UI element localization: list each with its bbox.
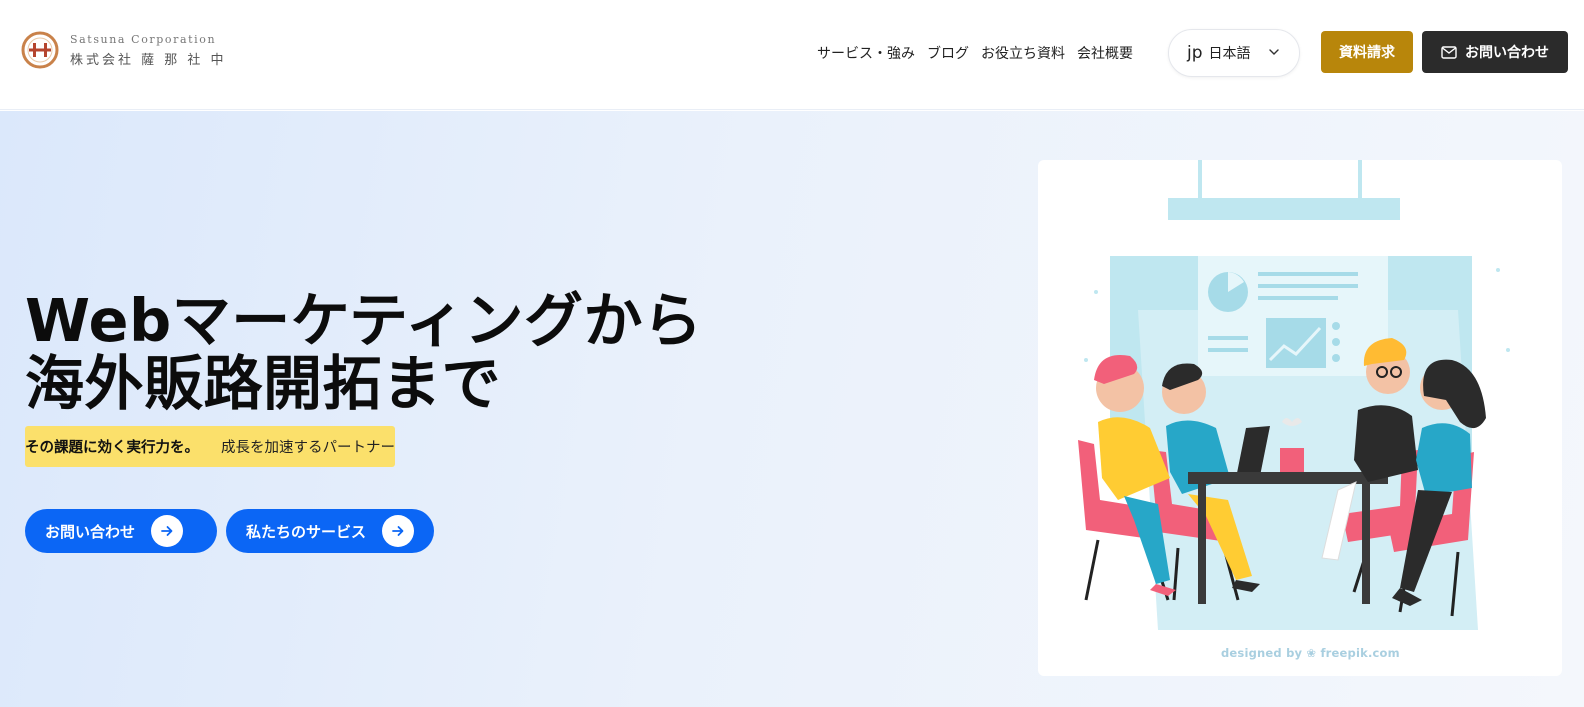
header-contact-label: お問い合わせ [1465,45,1549,61]
language-code: jp [1187,43,1203,63]
company-logo[interactable]: Satsuna Corporation 株式会社 薩 那 社 中 [20,30,227,70]
hero-tagline: その課題に効く実行力を。 成長を加速するパートナー [25,426,395,467]
hero-contact-button[interactable]: お問い合わせ [25,509,217,553]
language-selector[interactable]: jp 日本語 [1168,29,1300,77]
arrow-right-icon [151,515,184,547]
language-label: 日本語 [1208,46,1251,62]
logo-name-en: Satsuna Corporation [70,32,217,46]
request-documents-button[interactable]: 資料請求 [1321,31,1413,73]
logo-wordmark: Satsuna Corporation 株式会社 薩 那 社 中 [70,33,227,68]
tagline-strong: その課題に効く実行力を。 [25,440,199,456]
main-nav: サービス・強み ブログ お役立ち資料 会社概要 [817,43,1133,63]
nav-services[interactable]: サービス・強み [817,43,915,63]
nav-resources[interactable]: お役立ち資料 [981,43,1065,63]
team-meeting-illustration [1078,160,1510,630]
arrow-right-icon [382,515,415,547]
hero-title-line-2: 海外販路開拓まで [25,349,502,418]
mail-icon [1441,45,1457,59]
hero-illustration [1038,160,1562,676]
chevron-down-icon [1269,49,1279,55]
hero-title: Webマーケティングから 海外販路開拓まで [25,289,703,415]
tagline-soft: 成長を加速するパートナー [221,440,395,456]
logo-name-ja: 株式会社 薩 那 社 中 [70,52,227,68]
nav-company[interactable]: 会社概要 [1077,43,1133,63]
freepik-credit[interactable]: designed by ❀ freepik.com [1221,646,1400,660]
hero-services-button[interactable]: 私たちのサービス [226,509,434,553]
hero-title-line-1: Webマーケティングから [25,286,703,355]
site-header: Satsuna Corporation 株式会社 薩 那 社 中 サービス・強み… [0,0,1584,110]
hero-services-label: 私たちのサービス [246,522,367,541]
header-contact-button[interactable]: お問い合わせ [1422,31,1568,73]
nav-blog[interactable]: ブログ [927,43,969,63]
logo-emblem-icon [21,31,59,69]
hero-contact-label: お問い合わせ [45,522,136,541]
